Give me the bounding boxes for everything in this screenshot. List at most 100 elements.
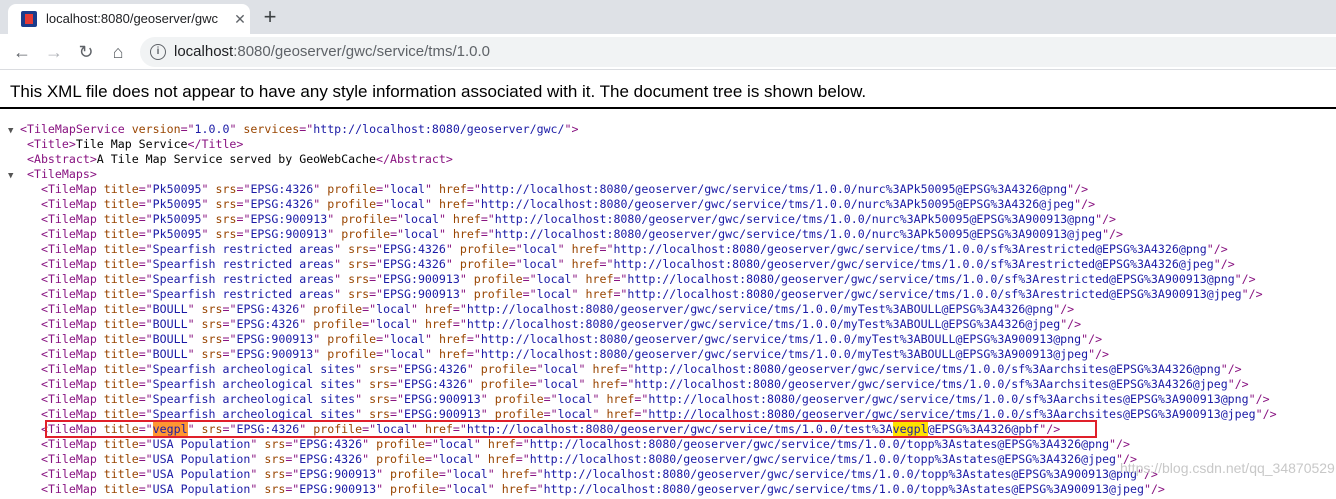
xml-attr-name: title [103,242,139,256]
xml-punct: =" [222,332,237,346]
new-tab-button[interactable]: + [256,5,284,29]
xml-punct: " [424,197,432,211]
xml-punct: > [89,152,97,166]
address-bar[interactable]: i localhost:8080/geoserver/gwc/service/t… [140,37,1336,67]
xml-attr-value: local [536,287,572,301]
xml-punct: " [1255,407,1263,421]
xml-tag-name: TileMap [47,302,97,316]
xml-attr-value: local [404,227,439,241]
tilemap-row: <TileMap title="USA Population" srs="EPS… [8,437,1277,452]
tilemap-row: <TileMap title="Pk50095" srs="EPSG:90091… [8,227,1277,242]
xml-attr-value: http://localhost:8080/geoserver/gwc/serv… [529,452,1117,466]
xml-punct: " [355,362,363,376]
xml-tag-name: Title [201,137,237,151]
xml-attr-name: profile [459,242,509,256]
xml-attr-name: srs [215,182,237,196]
xml-punct: =" [285,482,300,496]
xml-attr-value: USA Population [152,482,251,496]
xml-punct: " [1143,482,1151,496]
tilemap-row: <TileMap title="USA Population" srs="EPS… [8,467,1277,482]
xml-attr-name: profile [480,362,530,376]
xml-attr-value: http://localhost:8080/geoserver/gwc/serv… [494,212,1096,226]
xml-attr-value: EPSG:4326 [236,302,300,316]
xml-attr-name: title [103,197,139,211]
xml-attr-value: local [522,242,558,256]
xml-title-text: Tile Map Service [75,137,188,151]
xml-punct: /> [1074,182,1089,196]
xml-punct: =" [480,212,495,226]
page-content: This XML file does not appear to have an… [0,70,1336,496]
xml-attr-value: EPSG:900913 [236,347,314,361]
xml-punct: < [40,257,48,271]
xml-punct: " [201,227,209,241]
xml-punct: =" [285,467,300,481]
xml-punct: < [40,287,48,301]
xml-punct: " [250,452,258,466]
xml-tag-name: Abstract [33,152,90,166]
xml-attr-value: local [452,467,488,481]
xml-punct: " [187,302,195,316]
xml-punct: =" [480,227,495,241]
xml-document-tree: ▼ <TileMapService version="1.0.0" service… [8,122,1277,497]
back-icon[interactable]: ← [10,40,34,64]
xml-attr-value: local [438,452,474,466]
xml-tag-name: TileMap [47,197,97,211]
xml-punct: =" [613,272,628,286]
xml-punct: </ [187,137,202,151]
xml-punct: =" [599,242,614,256]
xml-attr-value: local [557,407,593,421]
forward-icon[interactable]: → [42,40,66,64]
xml-punct: =" [438,482,453,496]
tilemap-row: <TileMap title="Spearfish restricted are… [8,257,1277,272]
xml-punct: " [1213,257,1221,271]
xml-punct: < [20,122,27,136]
xml-attr-value: EPSG:900913 [383,272,460,286]
reload-icon[interactable]: ↻ [74,40,98,64]
xml-attr-value: Pk50095 [152,212,202,226]
xml-attr-name: profile [341,212,391,226]
xml-punct: < [40,452,48,466]
xml-attr-name: srs [215,227,237,241]
xml-tag-name: TileMap [47,377,97,391]
xml-punct: =" [543,392,558,406]
tab-close-icon[interactable]: ✕ [230,9,250,29]
xml-punct: =" [634,407,649,421]
xml-attr-name: title [103,362,139,376]
xml-punct: =" [376,347,391,361]
tilemap-row: <TileMap title="Spearfish archeological … [8,377,1277,392]
xml-attr-name: title [103,272,139,286]
xml-punct: /> [1067,317,1082,331]
xml-attr-name: srs [369,362,391,376]
xml-punct: " [592,407,600,421]
xml-tag-name: Title [33,137,69,151]
xml-punct: < [40,272,48,286]
xml-attr-name: srs [369,377,391,391]
url-text[interactable]: localhost:8080/geoserver/gwc/service/tms… [174,43,490,60]
xml-punct: " [557,242,565,256]
xml-punct: /> [1241,272,1256,286]
xml-punct: =" [236,182,251,196]
tab-localhost[interactable]: localhost:8080/geoserver/gwc ✕ [8,4,250,34]
xml-punct: /> [1220,257,1235,271]
xml-attr-name: href [585,287,614,301]
xml-attr-value: 1.0.0 [194,122,230,136]
xml-attr-name: srs [201,332,223,346]
xml-punct: < [26,167,34,181]
xml-line: <Title>Tile Map Service</Title> [8,137,1277,152]
xml-attr-value: BOULL [152,302,188,316]
xml-attr-name: href [592,362,621,376]
xml-punct: " [424,182,432,196]
site-info-icon[interactable]: i [150,44,166,60]
xml-attr-name: profile [390,467,439,481]
xml-punct: > [571,122,579,136]
xml-punct: =" [138,377,153,391]
xml-punct: =" [515,437,530,451]
xml-attr-name: title [103,227,139,241]
xml-abstract-text: A Tile Map Service served by GeoWebCache [96,152,376,166]
home-icon[interactable]: ⌂ [106,40,130,64]
xml-punct: " [564,122,572,136]
xml-punct: " [362,437,370,451]
xml-punct: =" [424,437,439,451]
xml-attr-name: profile [327,197,377,211]
tilemap-row: <TileMap title="Spearfish restricted are… [8,287,1277,302]
